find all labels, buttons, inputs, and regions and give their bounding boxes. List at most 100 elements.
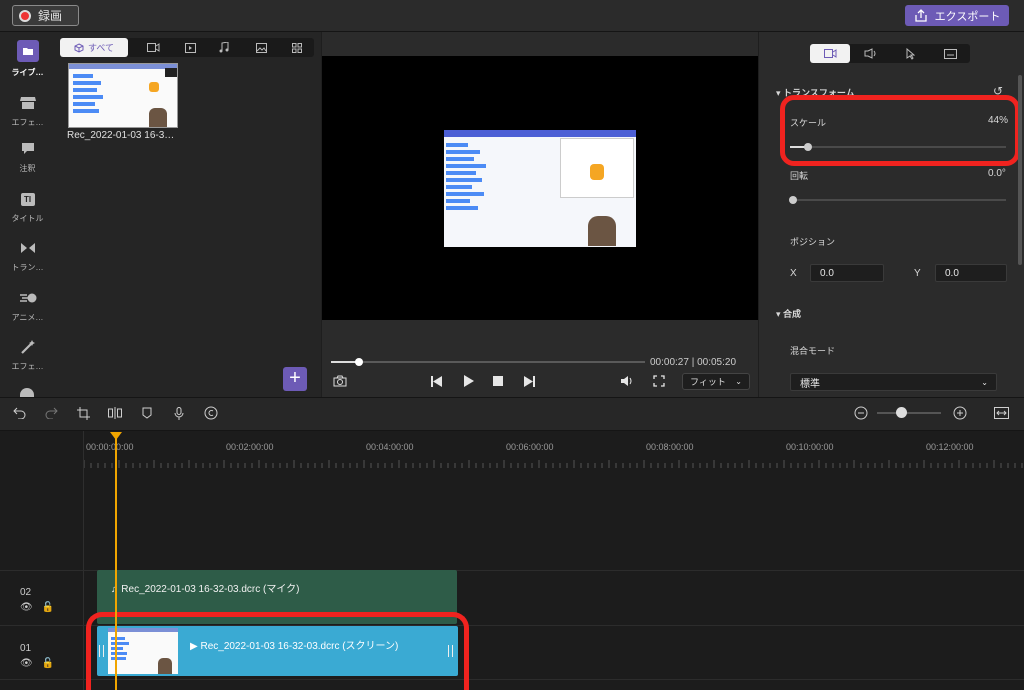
rotate-slider-knob[interactable] xyxy=(789,196,797,204)
more-icon[interactable] xyxy=(20,388,34,397)
time-display: 00:00:27 | 00:05:20 xyxy=(650,357,737,368)
track-number: 02 xyxy=(20,587,32,598)
unlock-icon[interactable]: 🔓 xyxy=(42,658,54,669)
blend-mode-select[interactable]: 標準 ⌄ xyxy=(790,373,997,391)
microphone-icon[interactable] xyxy=(171,405,187,421)
sidebar-item-label: アニメ… xyxy=(11,313,44,322)
tab-cursor-properties[interactable] xyxy=(890,44,930,63)
skip-forward-icon[interactable] xyxy=(522,374,536,388)
volume-icon[interactable] xyxy=(620,374,634,388)
ruler-tick-label: 00:08:00:00 xyxy=(646,442,694,452)
playback-progress-track[interactable] xyxy=(331,361,645,363)
export-button[interactable]: エクスポート xyxy=(905,5,1009,26)
speech-bubble-icon xyxy=(19,140,37,158)
skip-back-icon[interactable] xyxy=(429,374,443,388)
video-camera-icon xyxy=(823,49,836,58)
sidebar-item-effects[interactable]: エフェ… xyxy=(0,94,55,128)
unlock-icon[interactable]: 🔓 xyxy=(42,602,54,613)
sidebar-item-effects-2[interactable]: エフェ… xyxy=(0,338,55,372)
ruler-tick-label: 00:02:00:00 xyxy=(226,442,274,452)
grid-icon xyxy=(292,42,302,53)
zoom-out-icon[interactable] xyxy=(853,405,869,421)
tab-video-properties[interactable] xyxy=(810,44,850,63)
keyboard-icon xyxy=(943,48,957,59)
composite-section-toggle[interactable]: ▾ 合成 xyxy=(776,307,801,320)
sidebar-item-label: エフェ… xyxy=(11,362,44,371)
zoom-slider-knob[interactable] xyxy=(896,407,907,418)
zoom-fit-select[interactable]: フィット ⌄ xyxy=(682,373,750,390)
record-button[interactable]: 録画 xyxy=(12,5,79,26)
undo-icon[interactable] xyxy=(11,405,27,421)
clip-highlight-annotation xyxy=(86,612,469,690)
tab-caption-properties[interactable] xyxy=(930,44,970,63)
fit-timeline-icon[interactable] xyxy=(993,405,1009,421)
blend-mode-label: 混合モード xyxy=(790,346,836,356)
y-position-field[interactable]: 0.0 xyxy=(935,264,1007,282)
top-bar xyxy=(0,0,1024,32)
zoom-slider-track[interactable] xyxy=(877,412,941,414)
chevron-down-icon: ⌄ xyxy=(735,377,742,386)
x-position-field[interactable]: 0.0 xyxy=(810,264,884,282)
stop-icon[interactable] xyxy=(491,374,505,388)
playhead-handle[interactable] xyxy=(110,432,122,440)
eye-icon[interactable]: 👁 xyxy=(20,602,33,613)
add-media-button[interactable]: + xyxy=(283,367,307,391)
left-sidebar: ライブ… エフェ… 注釈 TI タイトル トラン… アニメ… エフェ… xyxy=(0,32,55,397)
eye-icon[interactable]: 👁 xyxy=(20,658,33,669)
sidebar-item-label: エフェ… xyxy=(11,118,44,127)
copyright-icon[interactable] xyxy=(203,405,219,421)
x-label: X xyxy=(790,268,797,279)
sidebar-item-label: タイトル xyxy=(11,214,44,223)
chevron-down-icon: ⌄ xyxy=(981,377,988,387)
export-label: エクスポート xyxy=(934,10,1001,23)
sidebar-item-animations[interactable]: アニメ… xyxy=(0,289,55,323)
sidebar-item-annotations[interactable]: 注釈 xyxy=(0,140,55,174)
fullscreen-icon[interactable] xyxy=(652,374,666,388)
sidebar-item-transitions[interactable]: トラン… xyxy=(0,239,55,273)
tab-all-label: すべて xyxy=(87,43,114,53)
crop-icon[interactable] xyxy=(75,405,91,421)
zoom-in-icon[interactable] xyxy=(952,405,968,421)
media-tabs: すべて xyxy=(60,38,314,57)
track-controls: 👁 🔓 xyxy=(20,658,54,669)
marker-icon[interactable] xyxy=(139,405,155,421)
rotate-slider-track[interactable] xyxy=(790,199,1006,201)
media-thumbnail[interactable] xyxy=(68,63,178,128)
rotate-value[interactable]: 0.0° xyxy=(988,168,1006,179)
video-camera-icon xyxy=(146,43,159,52)
tab-audio-properties[interactable] xyxy=(850,44,890,63)
playhead[interactable] xyxy=(115,436,117,690)
snapshot-camera-icon[interactable] xyxy=(333,374,347,388)
zoom-fit-label: フィット xyxy=(690,377,726,387)
music-note-icon xyxy=(219,42,229,53)
folder-icon xyxy=(16,40,39,62)
sidebar-item-label: ライブ… xyxy=(11,68,44,77)
media-clip-name[interactable]: Rec_2022-01-03 16-3… xyxy=(67,130,174,141)
tab-grid[interactable] xyxy=(276,38,318,57)
play-box-icon xyxy=(184,42,196,53)
position-label: ポジション xyxy=(790,237,836,247)
tab-audio[interactable] xyxy=(203,38,245,57)
upload-icon xyxy=(915,9,927,22)
properties-scrollbar[interactable] xyxy=(1018,75,1022,265)
split-icon[interactable] xyxy=(107,405,123,421)
composite-section-title: 合成 xyxy=(783,309,802,319)
ruler-tick-label: 00:06:00:00 xyxy=(506,442,554,452)
redo-icon[interactable] xyxy=(43,405,59,421)
sidebar-item-library[interactable]: ライブ… xyxy=(0,40,55,78)
record-icon xyxy=(19,9,31,22)
sidebar-item-titles[interactable]: TI タイトル xyxy=(0,190,55,224)
track-controls: 👁 🔓 xyxy=(20,602,54,613)
transition-icon xyxy=(19,239,37,257)
tab-all[interactable]: すべて xyxy=(60,38,128,57)
tab-video[interactable] xyxy=(132,38,174,57)
sidebar-item-label: トラン… xyxy=(11,263,44,272)
cube-icon xyxy=(74,42,84,53)
store-icon xyxy=(19,94,37,112)
cursor-icon xyxy=(906,47,915,60)
play-icon[interactable] xyxy=(461,374,475,388)
blend-mode-value: 標準 xyxy=(800,378,820,390)
animation-icon xyxy=(19,289,37,307)
playback-progress-knob[interactable] xyxy=(355,358,363,366)
scale-highlight-annotation xyxy=(780,95,1020,166)
